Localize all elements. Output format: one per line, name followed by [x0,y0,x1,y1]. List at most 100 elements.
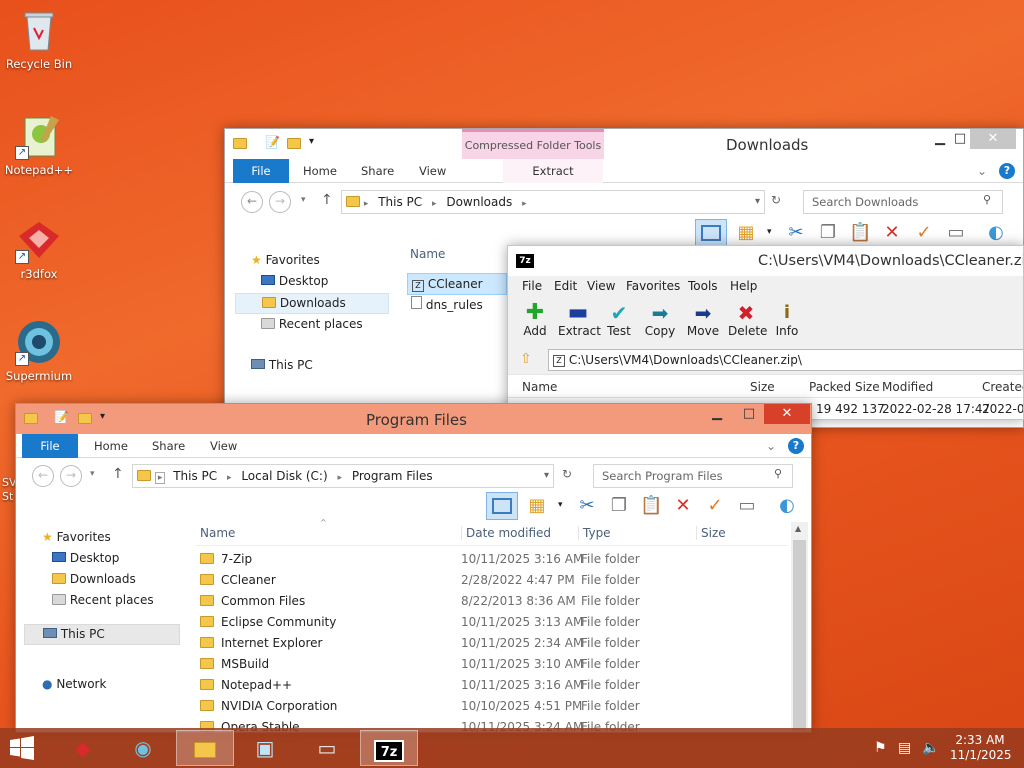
column-packed-size[interactable]: Packed Size [809,375,880,399]
nav-recent-places[interactable]: Recent places [52,593,154,607]
menu-edit[interactable]: Edit [554,279,577,293]
move-button[interactable]: ➡ Move [686,302,720,338]
refresh-icon[interactable]: ↻ [562,467,572,481]
nav-downloads[interactable]: Downloads [235,293,389,314]
breadcrumb-program-files[interactable]: Program Files [352,469,433,483]
qat-newfolder-icon[interactable] [287,137,301,151]
search-input[interactable]: Search Downloads [803,190,1003,214]
chevron-down-icon[interactable]: ⌄ [766,439,776,453]
column-created[interactable]: Created [982,375,1023,399]
cut-icon[interactable]: ✂ [785,222,807,244]
table-row[interactable]: Eclipse Community 10/11/2025 3:13 AM File … [196,612,786,633]
maximize-button[interactable]: □ [734,404,764,424]
address-dropdown-icon[interactable]: ▾ [755,191,760,213]
desktop-icon-notepadpp[interactable]: ↗ Notepad++ [3,112,75,177]
taskbar-installer[interactable]: ▭ [298,730,356,766]
table-row[interactable]: CCleaner 2/28/2022 4:47 PM File folder [196,570,786,591]
nav-network[interactable]: ● Network [42,677,106,691]
back-button[interactable]: ← [32,465,54,487]
qat-properties-icon[interactable]: 📝 [54,410,69,424]
table-row[interactable]: Internet Explorer 10/11/2025 2:34 AM File … [196,633,786,654]
taskbar-monitor-app[interactable]: ▣ [236,730,294,766]
column-type[interactable]: Type [578,526,611,540]
back-button[interactable]: ← [241,191,263,213]
scroll-up-icon[interactable]: ▲ [795,524,801,533]
breadcrumb-local-disk[interactable]: Local Disk (C:) [241,469,327,483]
nav-favorites[interactable]: ★ Favorites [42,530,111,544]
minimize-button[interactable]: ▁ [702,404,732,424]
vertical-scrollbar[interactable]: ▲ [791,522,808,732]
path-input[interactable]: Z C:\Users\VM4\Downloads\CCleaner.zip\ [548,349,1023,371]
extract-button[interactable]: ▬ Extract [558,302,601,339]
nav-desktop[interactable]: Desktop [261,274,328,288]
properties-icon[interactable]: ▭ [945,222,967,244]
search-input[interactable]: Search Program Files [593,464,793,488]
recent-dropdown-icon[interactable]: ▾ [90,469,95,479]
menu-favorites[interactable]: Favorites [626,279,680,293]
rename-check-icon[interactable]: ✓ [704,495,726,517]
scrollbar-thumb[interactable] [793,540,806,730]
paste-icon[interactable]: 📋 [849,222,871,244]
delete-icon[interactable]: ✕ [672,495,694,517]
tab-home[interactable]: Home [291,159,349,183]
qat-folder-icon[interactable] [233,137,247,151]
properties-icon[interactable]: ▭ [736,495,758,517]
nav-this-pc[interactable]: This PC [24,624,180,645]
program-files-window[interactable]: 📝 ▾ Program Files ▁ □ ✕ File Home Share … [15,403,812,733]
chevron-down-icon[interactable]: ⌄ [977,164,987,178]
copy-icon[interactable]: ❐ [608,495,630,517]
taskbar-7zip[interactable]: 7z [360,730,418,766]
paste-icon[interactable]: 📋 [640,495,662,517]
file-row-ccleaner[interactable]: Z CCleaner [407,273,507,295]
test-button[interactable]: ✔ Test [604,302,634,338]
qat-dropdown-icon[interactable]: ▾ [309,136,314,147]
nav-downloads[interactable]: Downloads [52,572,136,586]
forward-button[interactable]: → [60,465,82,487]
downloads-titlebar[interactable]: 📝 ▾ Compressed Folder Tools Downloads ▁ … [225,129,1023,159]
address-bar[interactable]: ▸ This PC ▸ Downloads ▸ ▾ [341,190,765,214]
table-row[interactable]: NVIDIA Corporation 10/10/2025 4:51 PM File… [196,696,786,717]
rename-check-icon[interactable]: ✓ [913,222,935,244]
table-row[interactable]: Notepad++ 10/11/2025 3:16 AM File folder [196,675,786,696]
menu-tools[interactable]: Tools [688,279,718,293]
preview-pane-icon[interactable] [486,492,518,520]
close-button[interactable]: ✕ [970,129,1016,149]
recent-dropdown-icon[interactable]: ▾ [301,195,306,205]
cut-icon[interactable]: ✂ [576,495,598,517]
menu-view[interactable]: View [587,279,615,293]
menu-help[interactable]: Help [730,279,757,293]
search-icon[interactable]: ⚲ [983,193,991,206]
action-center-flag-icon[interactable]: ⚑ [874,740,887,756]
copy-icon[interactable]: ❐ [817,222,839,244]
address-dropdown-icon[interactable]: ▾ [544,465,549,487]
search-icon[interactable]: ⚲ [774,467,782,480]
help-icon[interactable]: ? [788,438,804,454]
qat-dropdown-icon[interactable]: ▾ [100,411,105,422]
tab-extract[interactable]: Extract [503,159,603,183]
column-name[interactable]: Name [200,526,235,540]
forward-button[interactable]: → [269,191,291,213]
checklist-icon[interactable]: ▦ [526,495,548,517]
taskbar-file-explorer[interactable] [176,730,234,766]
toolbar-dropdown-icon[interactable]: ▾ [767,227,772,237]
breadcrumb-thispc[interactable]: This PC [378,195,422,209]
delete-button[interactable]: ✖ Delete [728,302,767,338]
tab-view[interactable]: View [198,434,249,458]
up-folder-icon[interactable]: ⇧ [520,351,532,367]
copy-button[interactable]: ➡ Copy [644,302,676,338]
desktop-icon-recycle-bin[interactable]: Recycle Bin [3,6,75,71]
column-size[interactable]: Size [750,375,775,399]
volume-muted-icon[interactable]: 🔈 [922,740,939,756]
breadcrumb-downloads[interactable]: Downloads [446,195,512,209]
sevenzip-window[interactable]: 7z C:\Users\VM4\Downloads\CCleaner.zip\ … [507,245,1024,420]
checklist-icon[interactable]: ▦ [735,222,757,244]
up-arrow-icon[interactable]: ↑ [112,466,124,482]
qat-properties-icon[interactable]: 📝 [265,135,280,149]
column-date-modified[interactable]: Date modified [461,526,551,540]
tab-file[interactable]: File [233,159,289,183]
info-button[interactable]: i Info [774,302,800,338]
column-modified[interactable]: Modified [882,375,933,399]
help-icon[interactable]: ? [999,163,1015,179]
refresh-icon[interactable]: ↻ [771,193,781,207]
up-arrow-icon[interactable]: ↑ [321,192,333,208]
